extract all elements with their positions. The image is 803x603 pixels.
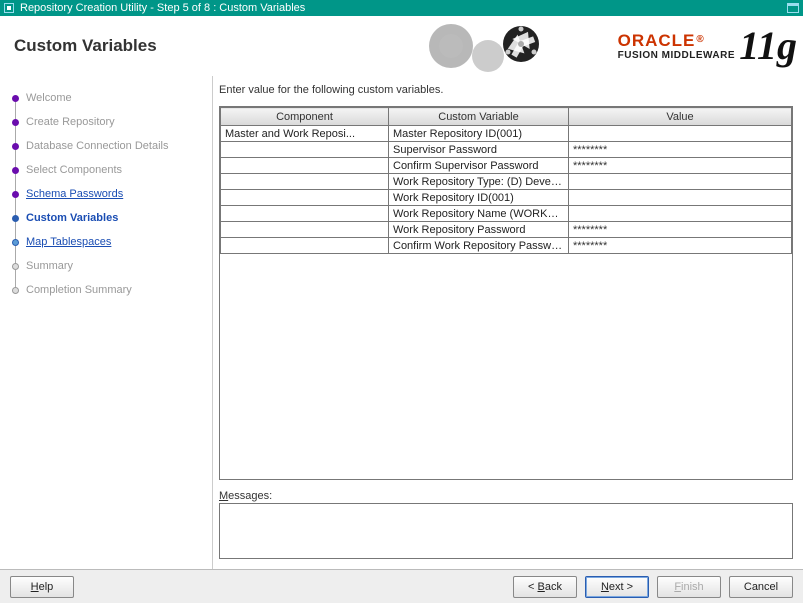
brand-area: ORACLE® FUSION MIDDLEWARE 11g: [413, 16, 803, 76]
step-label[interactable]: Map Tablespaces: [26, 236, 111, 248]
column-header: Custom Variable: [389, 108, 569, 126]
step-label: Select Components: [26, 164, 122, 176]
cell-component: [221, 206, 389, 222]
cell-component: [221, 158, 389, 174]
footer: Help < Back Next > Finish Cancel: [0, 569, 803, 603]
wizard-step-completion-summary: Completion Summary: [10, 278, 208, 302]
cell-variable: Work Repository ID(001): [389, 190, 569, 206]
step-label: Completion Summary: [26, 284, 132, 296]
wizard-steps-sidebar: Welcome Create Repository Database Connect…: [0, 76, 213, 569]
cell-variable: Master Repository ID(001): [389, 126, 569, 142]
variables-table: ComponentCustom VariableValue Master and…: [219, 106, 793, 254]
wizard-step-summary: Summary: [10, 254, 208, 278]
cell-variable: Supervisor Password: [389, 142, 569, 158]
cancel-button[interactable]: Cancel: [729, 576, 793, 598]
cell-value[interactable]: ********: [569, 238, 792, 254]
cell-component: [221, 174, 389, 190]
app-icon: [4, 3, 14, 13]
cell-component: [221, 238, 389, 254]
messages-box: [219, 503, 793, 559]
wizard-step-database-connection-details: Database Connection Details: [10, 134, 208, 158]
step-label: Welcome: [26, 92, 72, 104]
wizard-step-select-components: Select Components: [10, 158, 208, 182]
cell-value[interactable]: [569, 174, 792, 190]
table-row: Work Repository Type: (D) Develo...: [221, 174, 792, 190]
cell-component: Master and Work Reposi...: [221, 126, 389, 142]
cell-value[interactable]: ********: [569, 158, 792, 174]
titlebar: Repository Creation Utility - Step 5 of …: [0, 0, 803, 16]
next-button[interactable]: Next >: [585, 576, 649, 598]
cell-variable: Work Repository Type: (D) Develo...: [389, 174, 569, 190]
brand-version: 11g: [739, 22, 797, 69]
cell-variable: Work Repository Password: [389, 222, 569, 238]
step-label[interactable]: Custom Variables: [26, 212, 118, 224]
gears-graphic: [413, 16, 593, 76]
cell-component: [221, 222, 389, 238]
table-row: Work Repository Name (WORKREP): [221, 206, 792, 222]
wizard-step-custom-variables[interactable]: Custom Variables: [10, 206, 208, 230]
header: Custom Variables ORACLE® FUSION MIDDLEWA…: [0, 16, 803, 76]
wizard-step-schema-passwords[interactable]: Schema Passwords: [10, 182, 208, 206]
brand-oracle: ORACLE®: [618, 32, 735, 49]
cell-value[interactable]: [569, 190, 792, 206]
table-row: Confirm Supervisor Password********: [221, 158, 792, 174]
help-button[interactable]: Help: [10, 576, 74, 598]
instruction-text: Enter value for the following custom var…: [219, 84, 793, 96]
step-label[interactable]: Schema Passwords: [26, 188, 123, 200]
column-header: Value: [569, 108, 792, 126]
main-content: Enter value for the following custom var…: [213, 76, 803, 569]
wizard-step-map-tablespaces[interactable]: Map Tablespaces: [10, 230, 208, 254]
cell-variable: Confirm Work Repository Password: [389, 238, 569, 254]
back-button[interactable]: < Back: [513, 576, 577, 598]
table-row: Work Repository ID(001): [221, 190, 792, 206]
brand-fusion: FUSION MIDDLEWARE: [618, 51, 735, 61]
table-row: Confirm Work Repository Password********: [221, 238, 792, 254]
cell-value[interactable]: [569, 126, 792, 142]
wizard-step-create-repository: Create Repository: [10, 110, 208, 134]
step-label: Database Connection Details: [26, 140, 168, 152]
table-row: Supervisor Password********: [221, 142, 792, 158]
cell-value[interactable]: [569, 206, 792, 222]
finish-button: Finish: [657, 576, 721, 598]
cell-value[interactable]: ********: [569, 222, 792, 238]
table-empty-area: [219, 254, 793, 480]
cell-value[interactable]: ********: [569, 142, 792, 158]
window-title: Repository Creation Utility - Step 5 of …: [20, 2, 787, 14]
table-row: Work Repository Password********: [221, 222, 792, 238]
wizard-step-welcome: Welcome: [10, 86, 208, 110]
page-title: Custom Variables: [0, 36, 157, 56]
table-row: Master and Work Reposi...Master Reposito…: [221, 126, 792, 142]
cell-variable: Confirm Supervisor Password: [389, 158, 569, 174]
column-header: Component: [221, 108, 389, 126]
step-label: Summary: [26, 260, 73, 272]
cell-component: [221, 142, 389, 158]
cell-variable: Work Repository Name (WORKREP): [389, 206, 569, 222]
step-label: Create Repository: [26, 116, 115, 128]
messages-label: Messages:: [219, 490, 793, 502]
cell-component: [221, 190, 389, 206]
maximize-icon[interactable]: [787, 3, 799, 13]
